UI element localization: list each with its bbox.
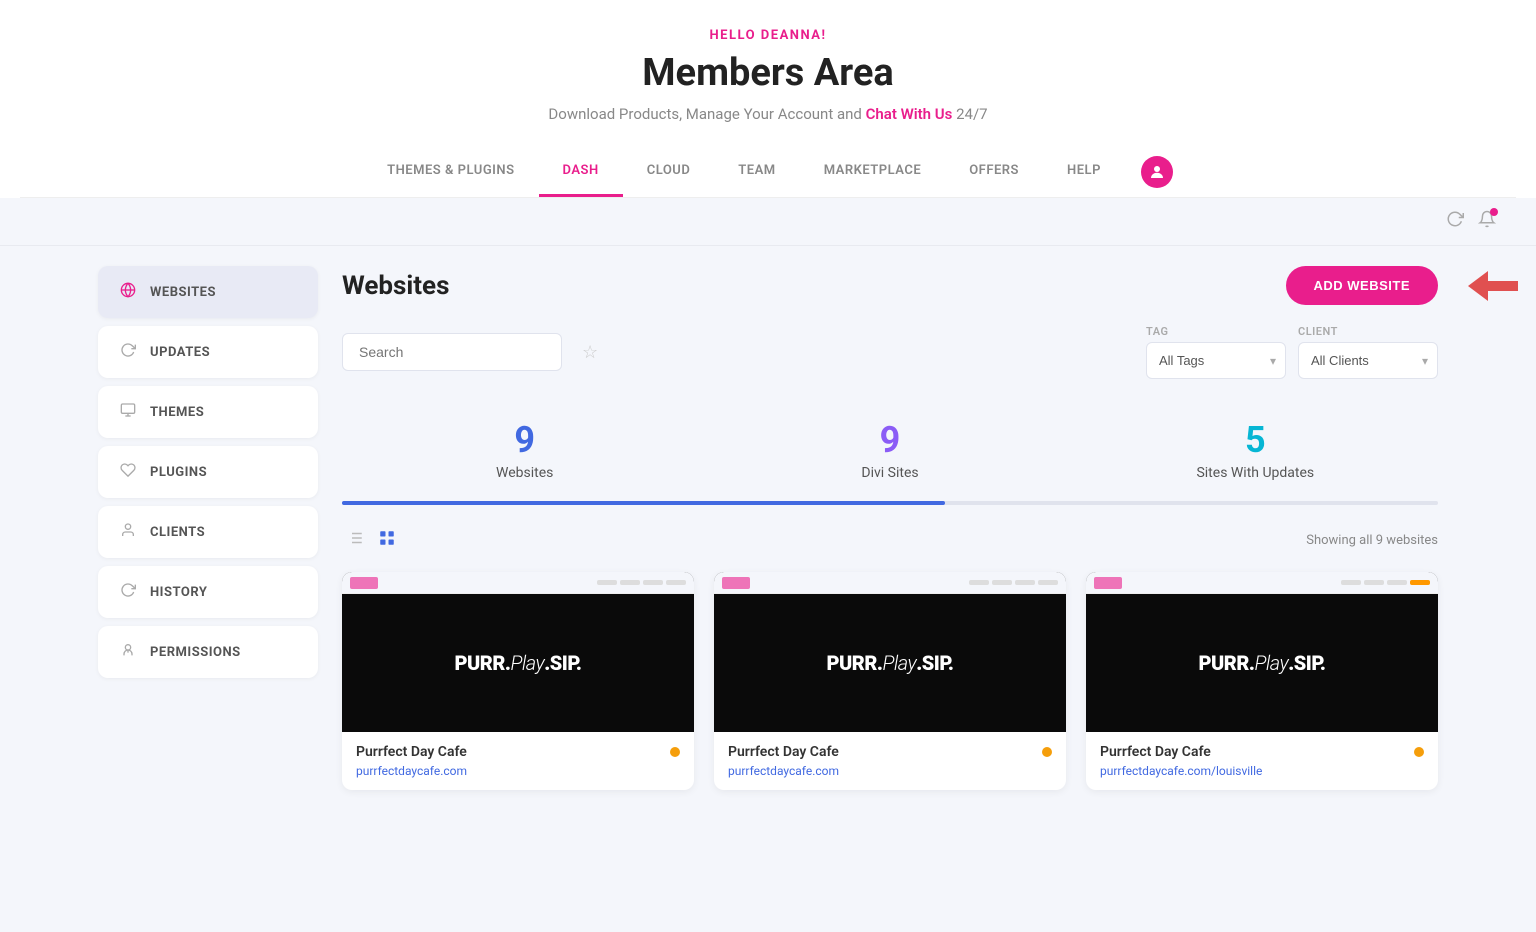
card-title: Purrfect Day Cafe (356, 744, 680, 760)
filter-group: TAG All Tags CLIENT All Clients (1146, 325, 1438, 379)
add-website-button[interactable]: ADD WEBSITE (1286, 266, 1439, 305)
arrow-indicator (1468, 271, 1518, 301)
sidebar-label-permissions: PERMISSIONS (150, 645, 241, 660)
stat-divi-number: 9 (707, 419, 1072, 461)
nav-dash[interactable]: DASH (539, 147, 623, 197)
website-card[interactable]: PURR.Play.SIP. Purrfect Day Cafe purrfec… (714, 572, 1066, 790)
card-thumbnail: PURR.Play.SIP. (1086, 572, 1438, 732)
greeting: HELLO DEANNA! (20, 28, 1516, 43)
plugins-icon (118, 462, 138, 482)
card-title: Purrfect Day Cafe (1100, 744, 1424, 760)
stat-updates-label: Sites With Updates (1073, 465, 1438, 481)
card-thumbnail: PURR.Play.SIP. (714, 572, 1066, 732)
status-dot (670, 747, 680, 757)
globe-icon (118, 282, 138, 302)
stat-updates: 5 Sites With Updates (1073, 403, 1438, 489)
client-select-wrapper: All Clients (1298, 342, 1438, 379)
filters-row: ☆ TAG All Tags CLIENT All Clients (342, 325, 1438, 379)
clients-icon (118, 522, 138, 542)
layout: WEBSITES UPDATES THEMES PLUGINS CLIENTS (68, 246, 1468, 810)
client-select[interactable]: All Clients (1298, 342, 1438, 379)
nav-team[interactable]: TEAM (714, 147, 799, 197)
tag-select[interactable]: All Tags (1146, 342, 1286, 379)
star-button[interactable]: ☆ (582, 342, 598, 363)
chat-link[interactable]: Chat With Us (866, 105, 953, 123)
nav-offers[interactable]: OFFERS (945, 147, 1043, 197)
websites-grid: PURR.Play.SIP. Purrfect Day Cafe purrfec… (342, 572, 1438, 790)
showing-text: Showing all 9 websites (1306, 533, 1438, 548)
progress-bar (342, 501, 945, 505)
card-url[interactable]: purrfectdaycafe.com (728, 764, 1052, 778)
header: HELLO DEANNA! Members Area Download Prod… (0, 0, 1536, 198)
notification-badge (1490, 208, 1498, 216)
toolbar (0, 198, 1536, 246)
main-header: Websites ADD WEBSITE (342, 266, 1438, 305)
nav-themes-plugins[interactable]: THEMES & PLUGINS (363, 147, 538, 197)
search-input[interactable] (342, 333, 562, 371)
stat-websites: 9 Websites (342, 403, 707, 489)
avatar[interactable] (1141, 156, 1173, 188)
history-icon (118, 582, 138, 602)
sidebar-label-history: HISTORY (150, 585, 207, 600)
sidebar-item-themes[interactable]: THEMES (98, 386, 318, 438)
sidebar: WEBSITES UPDATES THEMES PLUGINS CLIENTS (98, 266, 318, 790)
nav-marketplace[interactable]: MARKETPLACE (800, 147, 946, 197)
website-card[interactable]: PURR.Play.SIP. Purrfect Day Cafe purrfec… (342, 572, 694, 790)
card-thumbnail: PURR.Play.SIP. (342, 572, 694, 732)
progress-bar-container (342, 501, 1438, 505)
nav: THEMES & PLUGINS DASH CLOUD TEAM MARKETP… (20, 147, 1516, 198)
stats-row: 9 Websites 9 Divi Sites 5 Sites With Upd… (342, 403, 1438, 489)
websites-title: Websites (342, 271, 449, 301)
sidebar-item-websites[interactable]: WEBSITES (98, 266, 318, 318)
client-filter: CLIENT All Clients (1298, 325, 1438, 379)
sidebar-item-permissions[interactable]: PERMISSIONS (98, 626, 318, 678)
card-url[interactable]: purrfectdaycafe.com (356, 764, 680, 778)
sidebar-label-websites: WEBSITES (150, 285, 216, 300)
stat-websites-number: 9 (342, 419, 707, 461)
view-icons (342, 525, 400, 556)
nav-cloud[interactable]: CLOUD (623, 147, 715, 197)
sidebar-label-updates: UPDATES (150, 345, 210, 360)
themes-icon (118, 402, 138, 422)
status-dot (1042, 747, 1052, 757)
sidebar-label-plugins: PLUGINS (150, 465, 207, 480)
card-body: Purrfect Day Cafe purrfectdaycafe.com (714, 732, 1066, 790)
refresh-icon[interactable] (1446, 210, 1464, 233)
sidebar-label-clients: CLIENTS (150, 525, 205, 540)
refresh-icon (118, 342, 138, 362)
view-controls: Showing all 9 websites (342, 525, 1438, 556)
main-content: Websites ADD WEBSITE ☆ TAG (342, 266, 1438, 790)
nav-help[interactable]: HELP (1043, 147, 1125, 197)
card-url[interactable]: purrfectdaycafe.com/louisville (1100, 764, 1424, 778)
permissions-icon (118, 642, 138, 662)
sidebar-item-updates[interactable]: UPDATES (98, 326, 318, 378)
sidebar-item-history[interactable]: HISTORY (98, 566, 318, 618)
sidebar-item-clients[interactable]: CLIENTS (98, 506, 318, 558)
stat-updates-number: 5 (1073, 419, 1438, 461)
page-title: Members Area (20, 51, 1516, 95)
card-body: Purrfect Day Cafe purrfectdaycafe.com/lo… (1086, 732, 1438, 790)
stat-divi: 9 Divi Sites (707, 403, 1072, 489)
sidebar-item-plugins[interactable]: PLUGINS (98, 446, 318, 498)
grid-view-icon[interactable] (374, 525, 400, 556)
website-card[interactable]: PURR.Play.SIP. Purrfect Day Cafe purrfec… (1086, 572, 1438, 790)
card-body: Purrfect Day Cafe purrfectdaycafe.com (342, 732, 694, 790)
tag-filter: TAG All Tags (1146, 325, 1286, 379)
tag-select-wrapper: All Tags (1146, 342, 1286, 379)
stat-websites-label: Websites (342, 465, 707, 481)
list-view-icon[interactable] (342, 525, 368, 556)
sidebar-label-themes: THEMES (150, 405, 204, 420)
card-title: Purrfect Day Cafe (728, 744, 1052, 760)
notifications-icon[interactable] (1478, 210, 1496, 233)
subtitle: Download Products, Manage Your Account a… (20, 105, 1516, 123)
stat-divi-label: Divi Sites (707, 465, 1072, 481)
status-dot (1414, 747, 1424, 757)
